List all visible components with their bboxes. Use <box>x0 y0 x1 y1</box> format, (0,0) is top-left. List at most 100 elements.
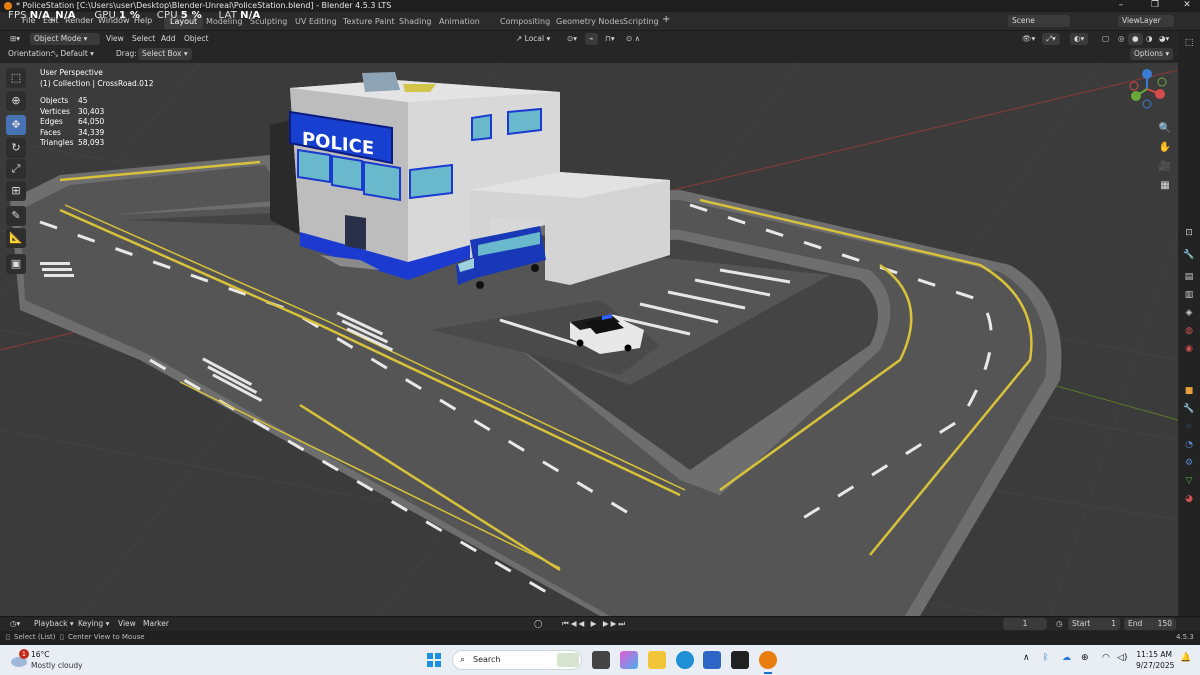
view-layer-selector[interactable]: ViewLayer <box>1118 15 1174 27</box>
copilot-icon[interactable] <box>620 651 638 669</box>
visibility-icon[interactable]: 👁▾ <box>1018 33 1039 45</box>
material-tab-icon[interactable]: ◕ <box>1183 493 1195 505</box>
timeline-view-menu[interactable]: View <box>114 618 140 630</box>
menu-add[interactable]: Add <box>157 33 180 45</box>
constraints-tab-icon[interactable]: ⚙ <box>1183 457 1195 469</box>
epic-games-icon[interactable] <box>731 651 749 669</box>
transform-space-selector[interactable]: ↗ Local ▾ <box>512 33 554 45</box>
collection-tab-icon[interactable]: ◉ <box>1183 343 1195 355</box>
current-frame-field[interactable]: 1 <box>1003 618 1047 630</box>
playback-menu[interactable]: Playback ▾ <box>30 618 78 630</box>
file-explorer-icon[interactable] <box>648 651 666 669</box>
output-tab-icon[interactable]: ▤ <box>1183 271 1195 283</box>
modifiers-tab-icon[interactable]: 🔧 <box>1183 403 1195 415</box>
notification-bell-icon[interactable]: 🔔 <box>1180 653 1191 663</box>
clock[interactable]: 11:15 AM 9/27/2025 <box>1136 649 1174 671</box>
properties-toggle-icon[interactable]: ⬚ <box>1183 37 1195 49</box>
gizmo-icon[interactable]: ⤢▾ <box>1042 33 1060 45</box>
snap-icon[interactable]: ⌁ <box>585 33 598 45</box>
render-tab-icon[interactable]: 🔧 <box>1183 249 1195 261</box>
add-workspace-icon[interactable]: + <box>662 14 670 25</box>
move-tool-icon[interactable]: ✥ <box>6 115 26 135</box>
shading-wireframe-icon[interactable]: ◎ <box>1114 33 1129 45</box>
viewport-info-overlay: User Perspective (1) Collection | CrossR… <box>40 68 153 149</box>
annotate-tool-icon[interactable]: ✎ <box>6 206 26 226</box>
stat-row: Faces 34,339 <box>40 127 105 137</box>
camera-view-icon[interactable]: 🎥 <box>1158 160 1172 174</box>
cursor-tool-icon[interactable]: ⊕ <box>6 91 26 111</box>
data-tab-icon[interactable]: ▽ <box>1183 475 1195 487</box>
close-button[interactable]: ✕ <box>1176 0 1198 12</box>
keying-menu[interactable]: Keying ▾ <box>74 618 113 630</box>
editor-type-icon[interactable]: ⊞▾ <box>6 33 24 45</box>
overlays-icon[interactable]: ◐▾ <box>1070 33 1089 45</box>
task-view-icon[interactable] <box>592 651 610 669</box>
world-tab-icon[interactable]: ◍ <box>1183 325 1195 337</box>
measure-tool-icon[interactable]: 📐 <box>6 228 26 248</box>
ortho-grid-icon[interactable]: ▦ <box>1158 179 1172 193</box>
bluetooth-icon[interactable]: ᛒ <box>1043 653 1048 663</box>
status-hint-center: Center View to Mouse <box>68 633 145 641</box>
rotate-tool-icon[interactable]: ↻ <box>6 138 26 158</box>
onedrive-icon[interactable]: ☁ <box>1062 653 1071 663</box>
record-icon[interactable]: ◯ <box>530 618 546 630</box>
blender-taskbar-icon[interactable] <box>759 651 777 669</box>
timeline-editor-icon[interactable]: ◷▾ <box>6 618 24 630</box>
tool-settings-bar: Orientation: ⤡ Default ▾ Drag: Select Bo… <box>0 46 1178 63</box>
temperature: 16°C <box>31 650 50 659</box>
end-frame-field[interactable]: End 150 <box>1124 618 1176 630</box>
orientation-selector[interactable]: ⤡ Default ▾ <box>48 48 98 60</box>
drag-selector[interactable]: Select Box ▾ <box>138 48 192 60</box>
navigation-gizmo[interactable] <box>1124 66 1170 112</box>
language-icon[interactable]: ⊕ <box>1081 653 1089 663</box>
tray-chevron-icon[interactable]: ∧ <box>1023 653 1030 663</box>
physics-tab-icon[interactable]: ◔ <box>1183 439 1195 451</box>
tab-scripting[interactable]: Scripting <box>617 15 665 29</box>
scene-render: POLICE <box>0 63 1178 616</box>
zoom-icon[interactable]: 🔍 <box>1158 122 1172 136</box>
collection-name: (1) Collection | CrossRoad.012 <box>40 78 154 88</box>
add-cube-tool-icon[interactable]: ▣ <box>6 254 26 274</box>
menu-select[interactable]: Select <box>128 33 159 45</box>
start-icon[interactable] <box>425 651 443 669</box>
marker-menu[interactable]: Marker <box>139 618 173 630</box>
stat-row: Triangles 58,093 <box>40 138 105 147</box>
transform-tool-icon[interactable]: ⊞ <box>6 181 26 201</box>
particles-tab-icon[interactable]: ⁘ <box>1183 421 1195 433</box>
3d-viewport[interactable]: POLICE <box>0 63 1178 616</box>
tab-texture-paint[interactable]: Texture Paint <box>337 15 401 29</box>
wifi-icon[interactable]: ◠ <box>1102 653 1110 663</box>
snap-settings-icon[interactable]: ⊓▾ <box>601 33 619 45</box>
select-box-tool-icon[interactable]: ⬚ <box>6 68 26 88</box>
maximize-button[interactable]: ❐ <box>1144 0 1166 12</box>
tab-uv-editing[interactable]: UV Editing <box>289 15 343 29</box>
mode-selector[interactable]: Object Mode ▾ <box>30 33 100 45</box>
tool-tab-icon[interactable]: ⊡ <box>1183 227 1195 239</box>
edge-icon[interactable] <box>676 651 694 669</box>
active-app-indicator <box>764 672 772 674</box>
store-icon[interactable] <box>703 651 721 669</box>
taskbar-search[interactable]: ⌕ Search <box>452 650 582 670</box>
scale-tool-icon[interactable]: ⤢ <box>6 159 26 179</box>
pan-hand-icon[interactable]: ✋ <box>1158 141 1172 155</box>
object-tab-icon[interactable]: ■ <box>1183 385 1195 397</box>
clock-icon[interactable]: ◷ <box>1052 618 1067 630</box>
view-layer-tab-icon[interactable]: ▥ <box>1183 289 1195 301</box>
xray-icon[interactable]: ▢ <box>1098 33 1113 45</box>
volume-icon[interactable]: ◁) <box>1117 653 1127 663</box>
scene-selector[interactable]: Scene <box>1008 15 1070 27</box>
pivot-icon[interactable]: ⊙▾ <box>563 33 581 45</box>
tab-compositing[interactable]: Compositing <box>494 15 556 29</box>
shading-rendered-icon[interactable]: ◕▾ <box>1155 33 1173 45</box>
playback-controls[interactable]: ⏮◀◀ ▶ ▶▶⏭ <box>558 618 631 630</box>
scene-tab-icon[interactable]: ◈ <box>1183 307 1195 319</box>
tab-shading[interactable]: Shading <box>393 15 438 29</box>
minimize-button[interactable]: – <box>1110 0 1132 12</box>
options-button[interactable]: Options ▾ <box>1130 48 1174 60</box>
proportional-edit-icon[interactable]: ⊙ ∧ <box>622 33 644 45</box>
menu-object[interactable]: Object <box>180 33 212 45</box>
start-frame-field[interactable]: Start 1 <box>1068 618 1120 630</box>
tab-animation[interactable]: Animation <box>433 15 486 29</box>
shading-solid-icon[interactable]: ● <box>1128 33 1143 45</box>
menu-view[interactable]: View <box>102 33 128 45</box>
